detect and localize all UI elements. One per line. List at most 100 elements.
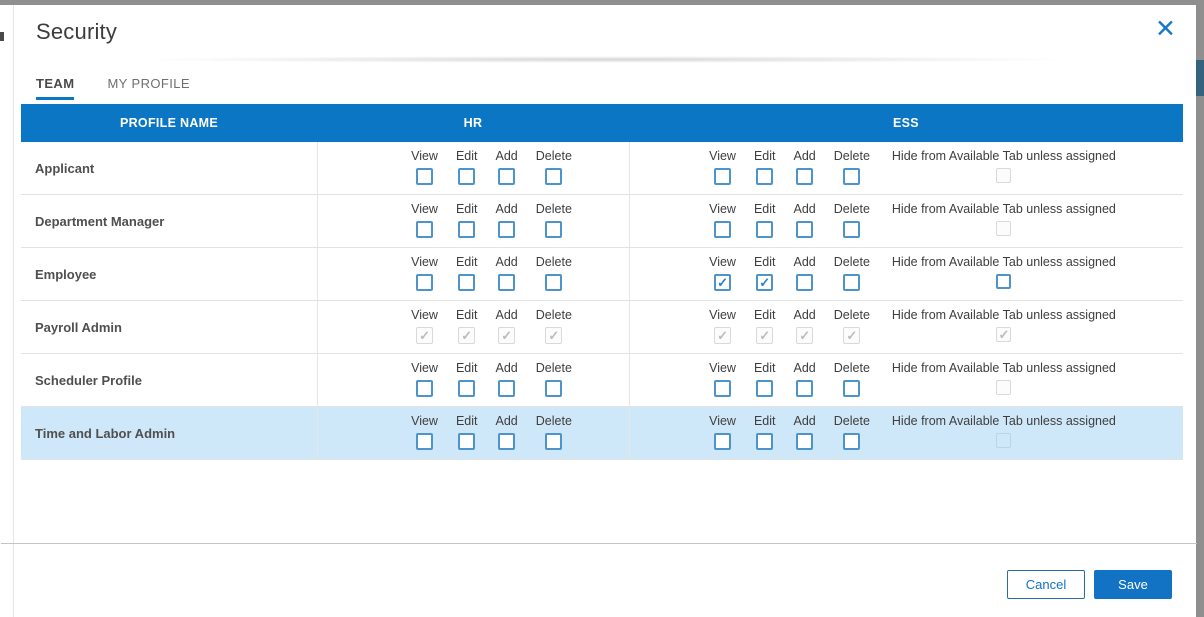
permission-column-hide-from-available-tab: Hide from Available Tab unless assigned <box>892 202 1116 236</box>
table-row[interactable]: Employee ViewEditAddDelete ViewEditAddDe… <box>21 248 1183 301</box>
checkbox-hr-edit[interactable] <box>458 168 475 185</box>
checkbox-hr-delete[interactable] <box>545 221 562 238</box>
permission-column-ess-add: Add <box>794 414 816 450</box>
checkbox-label-hr-edit: Edit <box>456 149 478 163</box>
profile-name: Time and Labor Admin <box>21 407 317 459</box>
scrollbar-thumb[interactable] <box>1196 60 1204 96</box>
ess-permission-group: ViewEditAddDeleteHide from Available Tab… <box>630 142 1183 194</box>
table-row[interactable]: Department Manager ViewEditAddDelete Vie… <box>21 195 1183 248</box>
checkbox-ess-view[interactable] <box>714 433 731 450</box>
hr-permission-group: ViewEditAddDelete <box>318 407 629 459</box>
table-row[interactable]: Scheduler Profile ViewEditAddDelete View… <box>21 354 1183 407</box>
permission-column-hr-add: Add <box>496 255 518 291</box>
checkbox-ess-delete[interactable] <box>843 433 860 450</box>
checkbox-label-ess-view: View <box>709 361 736 375</box>
hr-permissions: ViewEditAddDelete <box>317 195 629 247</box>
checkbox-hr-view[interactable] <box>416 433 433 450</box>
permission-column-hr-edit: Edit <box>456 308 478 344</box>
checkbox-hr-add[interactable] <box>498 274 515 291</box>
checkbox-label-hr-add: Add <box>496 202 518 216</box>
checkbox-label-hr-edit: Edit <box>456 414 478 428</box>
checkbox-hr-view[interactable] <box>416 274 433 291</box>
permission-column-ess-add: Add <box>794 255 816 291</box>
table-row[interactable]: Time and Labor Admin ViewEditAddDelete V… <box>21 407 1183 460</box>
permission-column-ess-delete: Delete <box>834 308 870 344</box>
checkbox-hr-delete[interactable] <box>545 380 562 397</box>
permission-column-hr-add: Add <box>496 361 518 397</box>
hr-permission-group: ViewEditAddDelete <box>318 354 629 406</box>
checkbox-ess-edit[interactable] <box>756 433 773 450</box>
checkbox-hr-add[interactable] <box>498 168 515 185</box>
checkbox-hr-edit[interactable] <box>458 221 475 238</box>
permission-column-hr-edit: Edit <box>456 149 478 185</box>
checkbox-ess-view <box>714 327 731 344</box>
checkbox-label-hr-delete: Delete <box>536 149 572 163</box>
permission-column-hr-view: View <box>411 255 438 291</box>
permission-column-hr-add: Add <box>496 414 518 450</box>
checkbox-hide-from-available-tab <box>996 221 1011 236</box>
checkbox-hr-delete[interactable] <box>545 168 562 185</box>
permission-column-ess-edit: Edit <box>754 255 776 291</box>
checkbox-label-hr-view: View <box>411 255 438 269</box>
checkbox-label-hr-add: Add <box>496 308 518 322</box>
checkbox-ess-delete[interactable] <box>843 380 860 397</box>
table-body: Applicant ViewEditAddDelete ViewEditAddD… <box>21 142 1183 460</box>
save-button[interactable]: Save <box>1094 570 1172 599</box>
checkbox-ess-edit[interactable] <box>756 380 773 397</box>
checkbox-ess-edit[interactable] <box>756 221 773 238</box>
permission-column-hr-delete: Delete <box>536 361 572 397</box>
checkbox-ess-view[interactable] <box>714 168 731 185</box>
checkbox-ess-edit[interactable] <box>756 274 773 291</box>
checkbox-hr-add[interactable] <box>498 380 515 397</box>
permission-column-ess-edit: Edit <box>754 308 776 344</box>
checkbox-label-ess-edit: Edit <box>754 361 776 375</box>
checkbox-label-ess-edit: Edit <box>754 414 776 428</box>
profile-name: Employee <box>21 248 317 300</box>
checkbox-ess-add <box>796 327 813 344</box>
checkbox-label-ess-add: Add <box>794 414 816 428</box>
checkbox-ess-delete[interactable] <box>843 274 860 291</box>
tab-team[interactable]: TEAM <box>36 76 74 100</box>
checkbox-ess-add[interactable] <box>796 221 813 238</box>
checkbox-ess-add[interactable] <box>796 274 813 291</box>
checkbox-hr-add[interactable] <box>498 433 515 450</box>
checkbox-label-hr-add: Add <box>496 414 518 428</box>
checkbox-label-hr-delete: Delete <box>536 202 572 216</box>
checkbox-hr-view[interactable] <box>416 168 433 185</box>
footer-buttons: Cancel Save <box>1007 570 1172 599</box>
security-dialog: Security ✕ TEAM MY PROFILE PROFILE NAME … <box>13 5 1196 617</box>
checkbox-hide-from-available-tab[interactable] <box>996 274 1011 289</box>
checkbox-label-hr-add: Add <box>496 255 518 269</box>
checkbox-hr-edit[interactable] <box>458 274 475 291</box>
checkbox-ess-delete[interactable] <box>843 168 860 185</box>
checkbox-hr-add[interactable] <box>498 221 515 238</box>
checkbox-label-hide-from-available-tab: Hide from Available Tab unless assigned <box>892 149 1116 163</box>
checkbox-label-ess-view: View <box>709 414 736 428</box>
checkbox-hr-edit[interactable] <box>458 433 475 450</box>
checkbox-hr-delete[interactable] <box>545 433 562 450</box>
checkbox-ess-view[interactable] <box>714 274 731 291</box>
checkbox-ess-view[interactable] <box>714 221 731 238</box>
checkbox-label-hr-edit: Edit <box>456 255 478 269</box>
checkbox-ess-view[interactable] <box>714 380 731 397</box>
checkbox-label-ess-view: View <box>709 255 736 269</box>
table-row[interactable]: Applicant ViewEditAddDelete ViewEditAddD… <box>21 142 1183 195</box>
checkbox-ess-add[interactable] <box>796 433 813 450</box>
checkbox-hr-view[interactable] <box>416 380 433 397</box>
table-row[interactable]: Payroll Admin ViewEditAddDelete ViewEdit… <box>21 301 1183 354</box>
checkbox-ess-delete[interactable] <box>843 221 860 238</box>
tab-my-profile[interactable]: MY PROFILE <box>107 76 190 100</box>
permission-column-ess-delete: Delete <box>834 414 870 450</box>
permission-column-hide-from-available-tab: Hide from Available Tab unless assigned <box>892 149 1116 183</box>
permission-column-hr-delete: Delete <box>536 202 572 238</box>
checkbox-ess-add[interactable] <box>796 380 813 397</box>
checkbox-hr-delete[interactable] <box>545 274 562 291</box>
cancel-button[interactable]: Cancel <box>1007 570 1085 599</box>
checkbox-label-hr-delete: Delete <box>536 255 572 269</box>
checkbox-ess-add[interactable] <box>796 168 813 185</box>
checkbox-ess-edit[interactable] <box>756 168 773 185</box>
checkbox-hr-add <box>498 327 515 344</box>
close-icon[interactable]: ✕ <box>1151 13 1180 46</box>
checkbox-hr-view[interactable] <box>416 221 433 238</box>
checkbox-hr-edit[interactable] <box>458 380 475 397</box>
